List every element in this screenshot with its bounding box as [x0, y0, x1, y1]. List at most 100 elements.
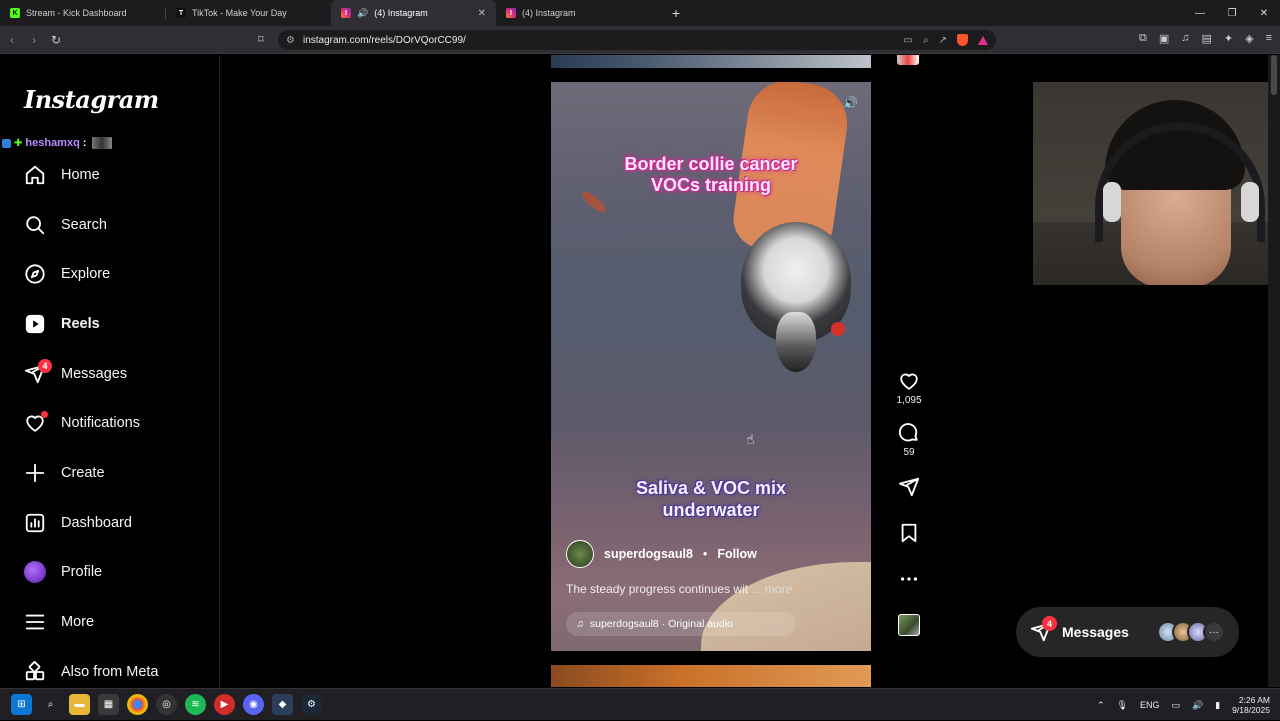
- instagram-logo[interactable]: Instagram: [24, 85, 159, 114]
- author-username[interactable]: superdogsaul8: [604, 547, 693, 561]
- zoom-icon[interactable]: ⌕: [923, 35, 929, 46]
- volume-icon[interactable]: 🔊: [843, 96, 858, 110]
- previous-audio-thumb[interactable]: [897, 55, 919, 65]
- tab-title: (4) Instagram: [374, 8, 428, 18]
- tab-kick-dashboard[interactable]: K Stream - Kick Dashboard: [0, 0, 165, 26]
- like-action[interactable]: 1,095: [896, 370, 922, 406]
- sidebar-item-reels[interactable]: Reels: [0, 299, 220, 349]
- more-link[interactable]: ... more: [751, 582, 792, 596]
- music-note-icon: ♫: [576, 618, 584, 630]
- sidebar-item-notifications[interactable]: Notifications: [0, 398, 220, 448]
- obs-icon[interactable]: ◎: [156, 694, 177, 715]
- sidebar-item-label: Profile: [61, 564, 103, 581]
- network-icon[interactable]: ▭: [1171, 700, 1180, 711]
- brave-shield-icon[interactable]: [957, 34, 968, 46]
- extension-icons: ⧉ ▣ ♫ ▤ ✦ ◈ ≡: [1139, 32, 1272, 45]
- close-tab-icon[interactable]: ✕: [478, 8, 486, 19]
- vpn-icon[interactable]: ◈: [1245, 32, 1253, 45]
- file-explorer-icon[interactable]: ▬: [69, 694, 90, 715]
- new-tab-button[interactable]: +: [665, 2, 687, 24]
- sidebar-item-profile[interactable]: Profile: [0, 548, 220, 598]
- scrollbar-thumb[interactable]: [1271, 55, 1277, 95]
- leo-ai-icon[interactable]: ✦: [1224, 32, 1233, 45]
- audio-label: superdogsaul8 · Original audio: [589, 618, 733, 630]
- chevron-up-icon[interactable]: ⌃: [1097, 700, 1105, 711]
- headset-left-cup: [1103, 182, 1121, 222]
- sidebar-item-messages[interactable]: 4 Messages: [0, 349, 220, 399]
- cast-icon[interactable]: ▭: [904, 35, 913, 46]
- tab-tiktok[interactable]: T TikTok - Make Your Day: [166, 0, 331, 26]
- minimize-icon[interactable]: —: [1184, 0, 1216, 26]
- more-options-action[interactable]: [898, 568, 920, 590]
- chat-colon: :: [82, 137, 87, 149]
- browser-tab-bar: K Stream - Kick Dashboard T TikTok - Mak…: [0, 0, 1280, 26]
- discord-icon[interactable]: ◉: [243, 694, 264, 715]
- chrome-icon[interactable]: [127, 694, 148, 715]
- clock-date: 9/18/2025: [1232, 705, 1270, 715]
- restore-icon[interactable]: ❐: [1216, 0, 1248, 26]
- tab-instagram-active[interactable]: I 🔊 (4) Instagram ✕: [331, 0, 496, 26]
- close-window-icon[interactable]: ✕: [1248, 0, 1280, 26]
- steam-icon[interactable]: ⚙: [301, 694, 322, 715]
- sidebar-item-also-from-meta[interactable]: Also from Meta: [0, 647, 220, 687]
- reels-icon: [24, 313, 46, 335]
- messages-dock-button[interactable]: 4 Messages ···: [1016, 607, 1239, 657]
- dog-snout-shape: [776, 312, 816, 372]
- previous-reel[interactable]: [551, 55, 871, 68]
- reel-audio-link[interactable]: ♫ superdogsaul8 · Original audio: [566, 612, 796, 636]
- menu-icon[interactable]: ≡: [1266, 32, 1272, 45]
- windows-taskbar: ⊞ ⌕ ▬ ▦ ◎ ≋ ▶ ◉ ◆ ⚙ ⌃ 🎙 ENG ▭ 🔊 ▮ 2:26 A…: [0, 688, 1280, 720]
- caption-line: Border collie cancer: [624, 154, 798, 174]
- audio-thumbnail[interactable]: [898, 614, 920, 636]
- comment-count: 59: [903, 447, 915, 458]
- sidebar-item-home[interactable]: Home: [0, 150, 220, 200]
- wallet-icon[interactable]: ▤: [1201, 32, 1211, 45]
- url-field[interactable]: ⚙ instagram.com/reels/DOrVQorCC99/ ▭ ⌕ ↗: [278, 30, 996, 50]
- language-indicator[interactable]: ENG: [1140, 700, 1160, 710]
- sidebar-item-more[interactable]: More: [0, 597, 220, 647]
- music-icon[interactable]: ♫: [1181, 32, 1189, 45]
- more-chats-icon[interactable]: ···: [1203, 621, 1225, 643]
- next-reel[interactable]: [551, 665, 871, 687]
- site-info-icon[interactable]: ⚙: [286, 35, 295, 46]
- volume-icon[interactable]: 🔊: [1192, 700, 1203, 711]
- spotify-icon[interactable]: ≋: [185, 694, 206, 715]
- sidebar-item-explore[interactable]: Explore: [0, 249, 220, 299]
- sidebar-icon[interactable]: ▣: [1159, 32, 1169, 45]
- reel-video[interactable]: 🔊 Border collie cancer VOCs training Sal…: [551, 82, 871, 651]
- webcam-overlay: [1033, 82, 1268, 285]
- address-bar: ‹ › ↻ ⌑ ⚙ instagram.com/reels/DOrVQorCC9…: [0, 26, 1280, 54]
- windows-start-icon[interactable]: ⊞: [11, 694, 32, 715]
- back-button[interactable]: ‹: [2, 30, 22, 50]
- sidebar-item-label: Search: [61, 216, 107, 233]
- share-action[interactable]: [898, 476, 920, 498]
- speaker-icon[interactable]: 🔊: [357, 8, 368, 19]
- reload-button[interactable]: ↻: [46, 30, 66, 50]
- comment-action[interactable]: 59: [898, 422, 920, 458]
- author-avatar[interactable]: [566, 540, 594, 568]
- save-action[interactable]: [898, 522, 920, 544]
- follow-button[interactable]: Follow: [717, 547, 757, 561]
- caption-line: Saliva & VOC mix: [635, 478, 787, 498]
- messenger-icon: 4: [24, 358, 52, 385]
- tab-instagram[interactable]: I (4) Instagram: [496, 0, 661, 26]
- extensions-icon[interactable]: ⧉: [1139, 32, 1147, 45]
- sidebar-item-label: Create: [61, 464, 105, 481]
- brave-taskbar-icon[interactable]: ◆: [272, 694, 293, 715]
- sidebar-item-dashboard[interactable]: Dashboard: [0, 498, 220, 548]
- share-icon[interactable]: ↗: [939, 35, 947, 46]
- store-icon[interactable]: ▦: [98, 694, 119, 715]
- forward-button[interactable]: ›: [24, 30, 44, 50]
- sidebar-item-search[interactable]: Search: [0, 200, 220, 250]
- microphone-icon[interactable]: 🎙: [1117, 700, 1128, 711]
- bookmark-icon[interactable]: ⌑: [258, 33, 264, 46]
- brave-rewards-icon[interactable]: [978, 35, 988, 45]
- streaming-app-icon[interactable]: ▶: [214, 694, 235, 715]
- battery-icon[interactable]: ▮: [1215, 700, 1220, 711]
- page-scrollbar[interactable]: [1268, 55, 1280, 687]
- clock[interactable]: 2:26 AM 9/18/2025: [1232, 695, 1270, 715]
- menu-icon: [24, 611, 46, 633]
- chat-badge-icon: [2, 138, 11, 148]
- sidebar-item-create[interactable]: Create: [0, 448, 220, 498]
- taskbar-search-icon[interactable]: ⌕: [40, 694, 61, 715]
